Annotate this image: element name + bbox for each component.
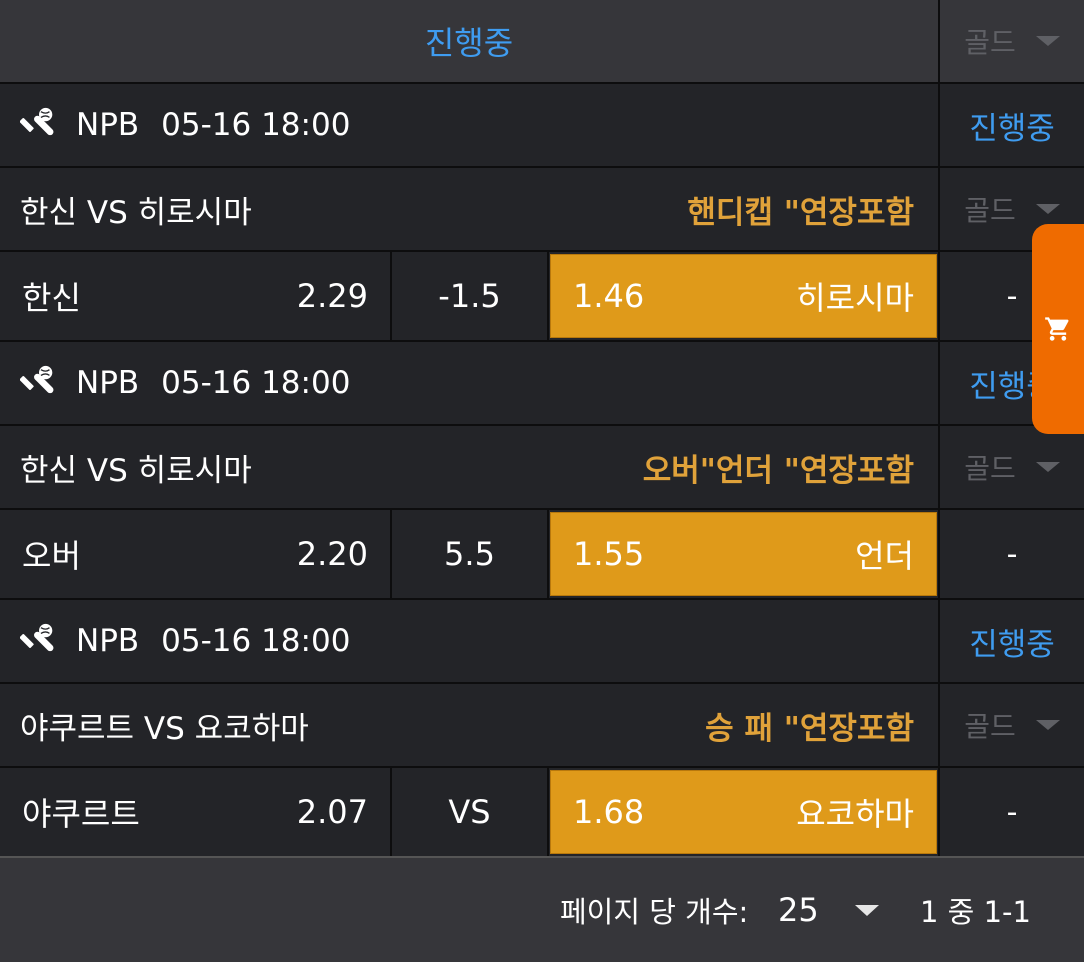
league-row: NPB 05-16 18:00 진행중 [0, 600, 1084, 684]
home-odds: 2.20 [296, 535, 368, 573]
status-badge: 진행중 [969, 626, 1055, 663]
tab-in-progress[interactable]: 진행중 [0, 0, 938, 82]
match-row: 야쿠르트 VS 요코하마 승 패 "연장포함 골드 [0, 684, 1084, 768]
chevron-down-icon [1035, 462, 1060, 472]
home-name: 한신 [22, 279, 81, 317]
home-odds-button[interactable]: 오버 2.20 [0, 510, 390, 598]
status-badge: 진행중 [969, 110, 1055, 147]
baseball-icon [19, 364, 58, 402]
chevron-down-icon [1035, 720, 1060, 730]
away-odds-button-selected[interactable]: 1.55 언더 [550, 512, 937, 596]
header-bar: 진행중 골드 [0, 0, 1084, 84]
gold-label: 골드 [964, 452, 1016, 485]
league-name: NPB [76, 107, 140, 143]
line-value[interactable]: 5.5 [392, 510, 547, 598]
home-odds: 2.07 [296, 793, 368, 831]
per-page-label: 페이지 당 개수: [560, 895, 749, 929]
market-type: 승 패 "연장포함 [705, 710, 914, 747]
line-value[interactable]: VS [392, 768, 547, 856]
market-type: 오버"언더 "연장포함 [642, 452, 914, 489]
odds-row: 한신 2.29 -1.5 1.46 히로시마 - [0, 252, 1084, 342]
match-datetime: 05-16 18:00 [161, 365, 351, 401]
away-odds: 1.55 [573, 535, 645, 573]
away-odds: 1.68 [573, 793, 645, 831]
chevron-down-icon[interactable] [855, 905, 879, 916]
baseball-icon [19, 106, 58, 144]
match-datetime: 05-16 18:00 [161, 623, 351, 659]
match-row: 한신 VS 히로시마 핸디캡 "연장포함 골드 [0, 168, 1084, 252]
baseball-icon [19, 622, 58, 660]
match-datetime: 05-16 18:00 [161, 107, 351, 143]
home-name: 오버 [22, 537, 81, 575]
match-row: 한신 VS 히로시마 오버"언더 "연장포함 골드 [0, 426, 1084, 510]
gold-dropdown[interactable]: 골드 [940, 684, 1084, 766]
league-info: NPB 05-16 18:00 [19, 600, 920, 682]
odds-row: 야쿠르트 2.07 VS 1.68 요코하마 - [0, 768, 1084, 858]
divider [547, 252, 549, 340]
home-odds-button[interactable]: 한신 2.29 [0, 252, 390, 340]
divider [547, 510, 549, 598]
home-odds: 2.29 [296, 277, 368, 315]
away-name: 히로시마 [796, 279, 914, 317]
league-row: NPB 05-16 18:00 진행중 [0, 84, 1084, 168]
home-odds-button[interactable]: 야쿠르트 2.07 [0, 768, 390, 856]
league-row: NPB 05-16 18:00 진행중 [0, 342, 1084, 426]
away-name: 언더 [855, 537, 914, 575]
gold-label: 골드 [964, 710, 1016, 743]
gold-dropdown[interactable]: 골드 [940, 0, 1084, 82]
league-name: NPB [76, 365, 140, 401]
away-odds-button-selected[interactable]: 1.46 히로시마 [550, 254, 937, 338]
gold-dropdown[interactable]: 골드 [940, 426, 1084, 508]
gold-label: 골드 [964, 194, 1016, 227]
league-name: NPB [76, 623, 140, 659]
away-odds-button-selected[interactable]: 1.68 요코하마 [550, 770, 937, 854]
draw-value: - [1006, 794, 1018, 830]
gold-label: 골드 [964, 26, 1016, 59]
draw-value: - [1006, 536, 1018, 572]
league-info: NPB 05-16 18:00 [19, 342, 920, 424]
chevron-down-icon [1035, 204, 1060, 214]
away-odds: 1.46 [573, 277, 645, 315]
home-name: 야쿠르트 [22, 795, 140, 833]
away-name: 요코하마 [796, 795, 914, 833]
line-value[interactable]: -1.5 [392, 252, 547, 340]
cart-button[interactable] [1032, 224, 1084, 434]
divider [547, 768, 549, 856]
chevron-down-icon [1035, 36, 1060, 46]
cart-icon [1045, 317, 1069, 341]
page-range: 1 중 1-1 [920, 895, 1031, 929]
odds-row: 오버 2.20 5.5 1.55 언더 - [0, 510, 1084, 600]
per-page-select[interactable]: 25 [778, 858, 819, 962]
market-type: 핸디캡 "연장포함 [687, 194, 914, 231]
pagination-footer: 페이지 당 개수: 25 1 중 1-1 [0, 856, 1084, 962]
league-info: NPB 05-16 18:00 [19, 84, 920, 166]
